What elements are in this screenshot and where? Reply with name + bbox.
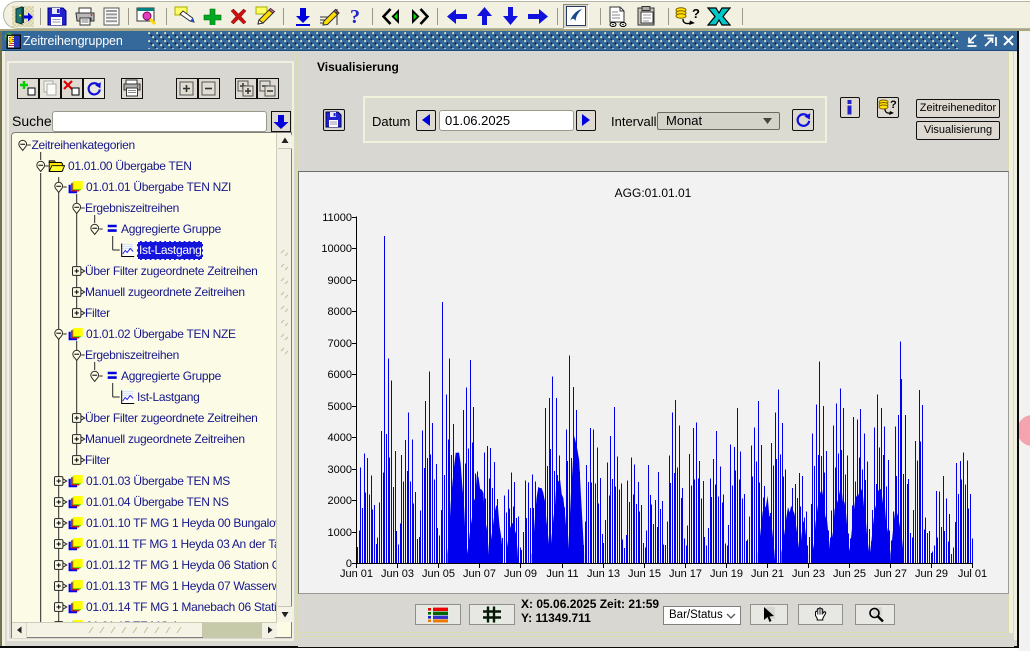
svg-text:Jun 05: Jun 05 (422, 568, 455, 580)
svg-text:?: ? (692, 6, 700, 21)
svg-text:6000: 6000 (328, 369, 352, 381)
svg-text:4000: 4000 (328, 432, 352, 444)
svg-text:Jun 23: Jun 23 (792, 568, 825, 580)
svg-text:7000: 7000 (328, 338, 352, 350)
svg-text:Jul 01: Jul 01 (958, 568, 987, 580)
svg-text:5000: 5000 (328, 401, 352, 413)
svg-text:Jun 09: Jun 09 (504, 568, 537, 580)
svg-text:Jun 27: Jun 27 (874, 568, 907, 580)
svg-text:Jun 11: Jun 11 (546, 568, 578, 580)
svg-text:Jun 17: Jun 17 (669, 568, 702, 580)
svg-text:Jun 13: Jun 13 (587, 568, 620, 580)
svg-text:10000: 10000 (321, 243, 352, 255)
svg-text:1000: 1000 (328, 527, 352, 539)
svg-text:Jun 19: Jun 19 (710, 568, 743, 580)
svg-text:Jun 07: Jun 07 (463, 568, 496, 580)
svg-text:3000: 3000 (328, 464, 352, 476)
svg-text:8000: 8000 (328, 306, 352, 318)
svg-text:AGG:01.01.01: AGG:01.01.01 (615, 186, 692, 200)
svg-text:Jun 21: Jun 21 (751, 568, 784, 580)
svg-text:?: ? (890, 99, 897, 111)
svg-text:Jun 01: Jun 01 (340, 568, 373, 580)
svg-text:Jun 25: Jun 25 (833, 568, 866, 580)
svg-text:Jun 15: Jun 15 (628, 568, 661, 580)
svg-text:Jun 29: Jun 29 (915, 568, 948, 580)
svg-text:?: ? (350, 6, 360, 27)
svg-text:11000: 11000 (322, 212, 352, 224)
svg-text:Jun 03: Jun 03 (381, 568, 414, 580)
svg-text:2000: 2000 (328, 495, 352, 507)
svg-text:9000: 9000 (328, 275, 352, 287)
